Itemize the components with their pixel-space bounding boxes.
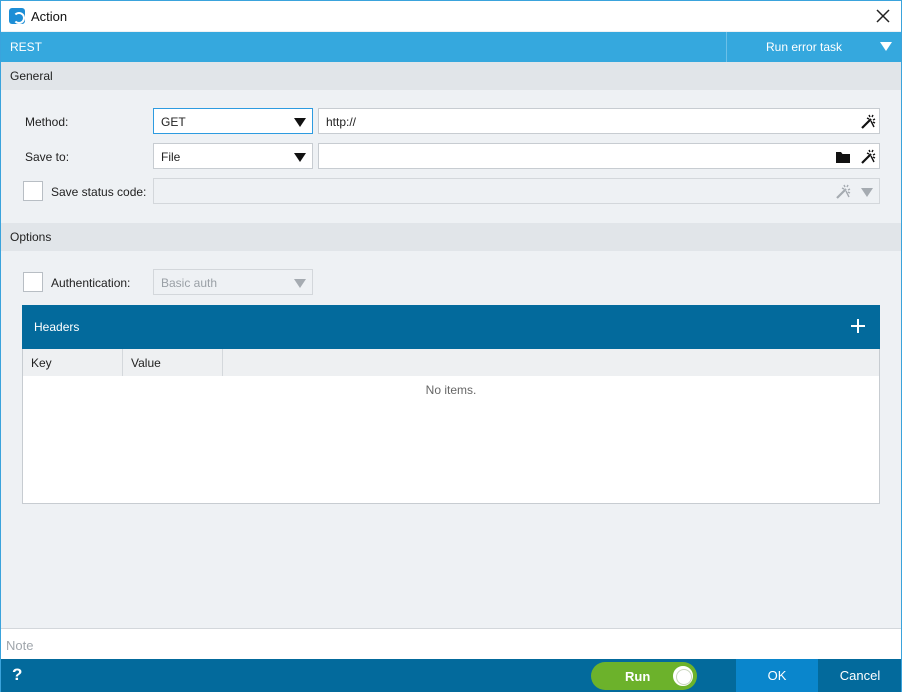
- app-logo-icon: [9, 8, 25, 24]
- save-to-value: File: [161, 150, 181, 164]
- general-section-header[interactable]: General: [1, 62, 901, 90]
- help-button[interactable]: ?: [12, 665, 22, 685]
- plus-icon[interactable]: [849, 317, 867, 335]
- headers-title: Headers: [34, 320, 80, 334]
- action-bar: REST Run error task: [1, 32, 901, 62]
- chevron-down-icon[interactable]: [880, 42, 892, 51]
- action-dialog: Action REST Run error task General Metho…: [0, 0, 902, 692]
- note-placeholder: Note: [6, 638, 34, 653]
- authentication-checkbox[interactable]: [23, 272, 43, 292]
- method-label: Method:: [25, 115, 69, 129]
- chevron-down-icon: [861, 188, 873, 197]
- save-path-input[interactable]: [318, 143, 880, 169]
- title-bar: Action: [1, 1, 901, 31]
- authentication-label: Authentication:: [51, 276, 131, 290]
- close-button[interactable]: [873, 6, 893, 26]
- cancel-button[interactable]: Cancel: [819, 659, 901, 692]
- chevron-down-icon: [294, 118, 306, 127]
- run-error-task-dropdown[interactable]: Run error task: [766, 40, 842, 54]
- magic-wand-icon[interactable]: [859, 113, 877, 131]
- chevron-down-icon: [294, 153, 306, 162]
- folder-icon[interactable]: [834, 148, 852, 166]
- column-header-key[interactable]: Key: [23, 349, 123, 376]
- authentication-value: Basic auth: [161, 276, 218, 290]
- close-icon: [876, 9, 890, 23]
- method-select[interactable]: GET: [153, 108, 313, 134]
- options-section-title: Options: [10, 230, 52, 244]
- run-label: Run: [625, 669, 651, 684]
- action-name: REST: [10, 40, 43, 54]
- headers-toolbar: Headers: [22, 305, 880, 349]
- save-status-input: [153, 178, 880, 204]
- magic-wand-icon[interactable]: [859, 148, 877, 166]
- toggle-knob: [671, 664, 695, 688]
- save-to-label: Save to:: [25, 150, 70, 164]
- headers-panel: Headers Key Value No items.: [22, 305, 880, 504]
- save-status-label: Save status code:: [51, 185, 147, 199]
- chevron-down-icon: [294, 279, 306, 288]
- url-value: http://: [326, 115, 357, 129]
- url-input[interactable]: http://: [318, 108, 880, 134]
- authentication-select: Basic auth: [153, 269, 313, 295]
- empty-list-text: No items.: [425, 383, 477, 397]
- save-to-select[interactable]: File: [153, 143, 313, 169]
- footer-bar: ? Run OK Cancel: [1, 659, 901, 692]
- save-status-checkbox[interactable]: [23, 181, 43, 201]
- ok-button[interactable]: OK: [736, 659, 818, 692]
- column-header-key-label: Key: [31, 356, 52, 370]
- column-header-value-label: Value: [131, 356, 161, 370]
- magic-wand-icon: [836, 184, 851, 199]
- general-section-title: General: [10, 69, 53, 83]
- column-header-filler: [222, 349, 879, 376]
- method-value: GET: [161, 115, 186, 129]
- note-input[interactable]: Note: [1, 628, 901, 659]
- run-toggle[interactable]: Run: [591, 662, 697, 690]
- column-header-value[interactable]: Value: [123, 349, 223, 376]
- options-section-header[interactable]: Options: [1, 223, 901, 251]
- window-title: Action: [31, 9, 68, 24]
- action-bar-divider: [726, 32, 727, 62]
